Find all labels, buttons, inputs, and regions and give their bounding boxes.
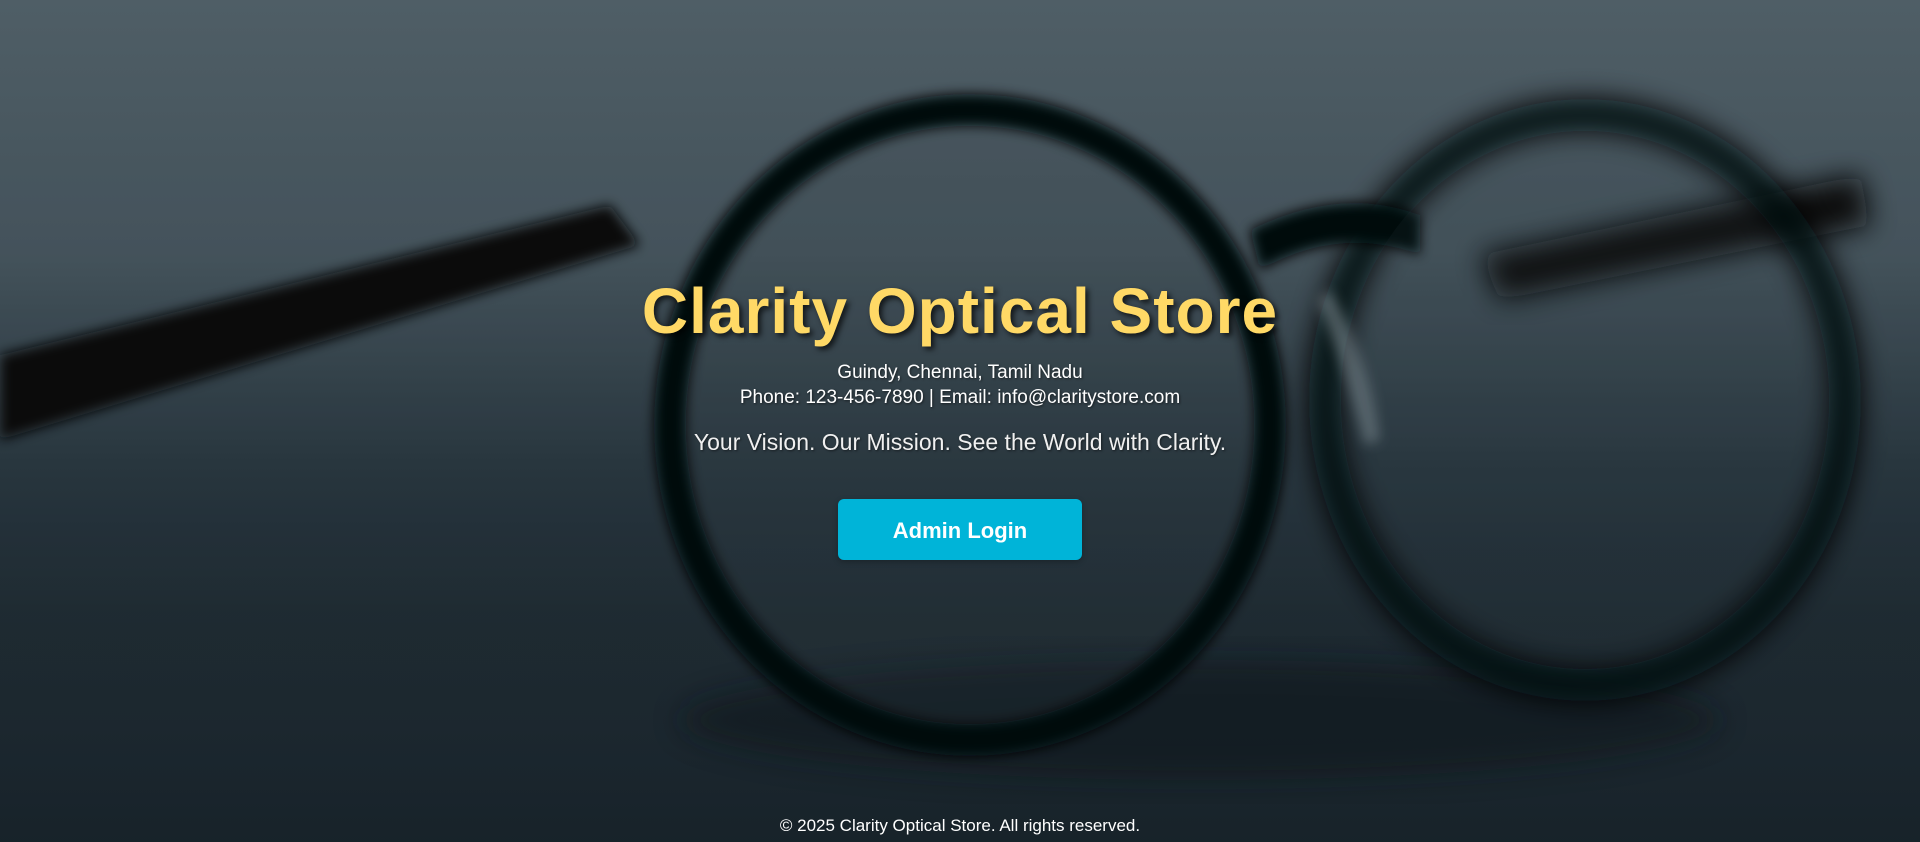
store-title: Clarity Optical Store <box>641 275 1279 347</box>
landing-page: Clarity Optical Store Guindy, Chennai, T… <box>0 0 1920 842</box>
store-contact: Phone: 123-456-7890 | Email: info@clarit… <box>739 387 1181 408</box>
admin-login-button[interactable]: Admin Login <box>838 499 1082 560</box>
store-address: Guindy, Chennai, Tamil Nadu <box>837 362 1083 383</box>
hero-section: Clarity Optical Store Guindy, Chennai, T… <box>0 272 1920 560</box>
footer-copyright: © 2025 Clarity Optical Store. All rights… <box>779 816 1141 835</box>
store-tagline: Your Vision. Our Mission. See the World … <box>693 429 1227 455</box>
